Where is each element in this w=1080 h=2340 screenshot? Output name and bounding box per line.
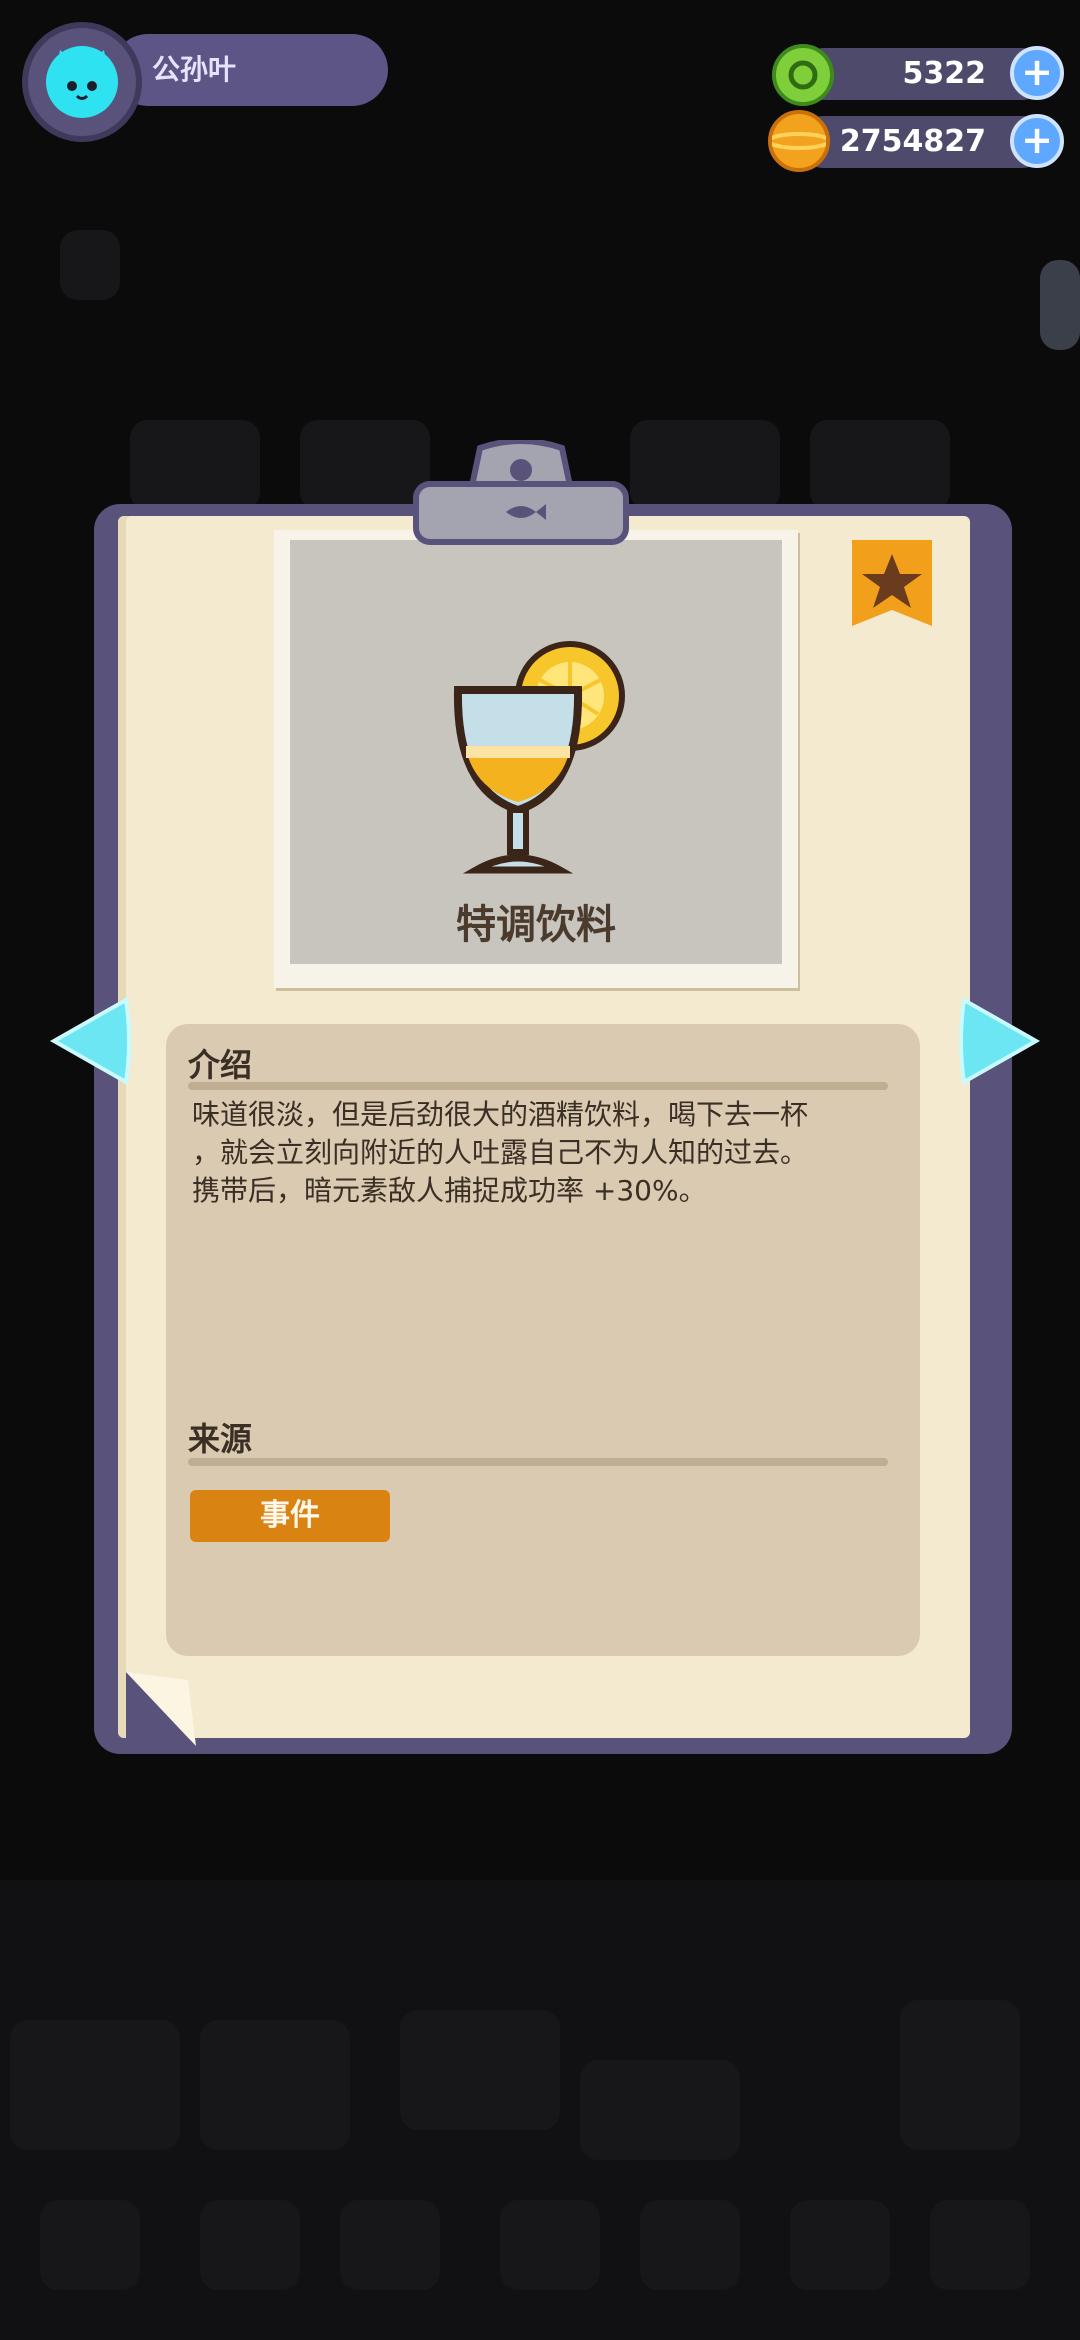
intro-divider bbox=[188, 1082, 888, 1090]
previous-item-arrow-icon[interactable] bbox=[48, 996, 132, 1086]
clipboard-clip bbox=[413, 440, 629, 545]
add-gems-button[interactable]: + bbox=[1010, 46, 1064, 100]
item-name: 特调饮料 bbox=[456, 902, 616, 948]
player-name: 公孙叶 bbox=[152, 53, 237, 86]
add-coins-button[interactable]: + bbox=[1010, 114, 1064, 168]
source-event-tag[interactable]: 事件 bbox=[190, 1490, 390, 1542]
avatar[interactable] bbox=[22, 22, 142, 142]
gold-planet-coin-icon bbox=[767, 110, 831, 172]
folded-corner bbox=[126, 1672, 196, 1746]
source-divider bbox=[188, 1458, 888, 1466]
description-line-1: 味道很淡，但是后劲很大的酒精饮料，喝下去一杯 bbox=[192, 1098, 809, 1131]
intro-heading: 介绍 bbox=[188, 1046, 253, 1084]
description-line-2: ，就会立刻向附近的人吐露自己不为人知的过去。 bbox=[192, 1136, 809, 1169]
green-orb-icon bbox=[772, 44, 834, 106]
cat-avatar-icon bbox=[46, 46, 118, 118]
cocktail-glass-lemon-icon bbox=[453, 641, 625, 874]
source-heading: 来源 bbox=[188, 1420, 253, 1458]
player-name-pill: 公孙叶 bbox=[112, 34, 388, 106]
item-description: 味道很淡，但是后劲很大的酒精饮料，喝下去一杯 ，就会立刻向附近的人吐露自己不为人… bbox=[192, 1096, 892, 1210]
next-item-arrow-icon[interactable] bbox=[958, 996, 1042, 1086]
description-line-3: 携带后，暗元素敌人捕捉成功率 +30%。 bbox=[192, 1174, 707, 1207]
star-bookmark-icon[interactable] bbox=[852, 540, 932, 634]
